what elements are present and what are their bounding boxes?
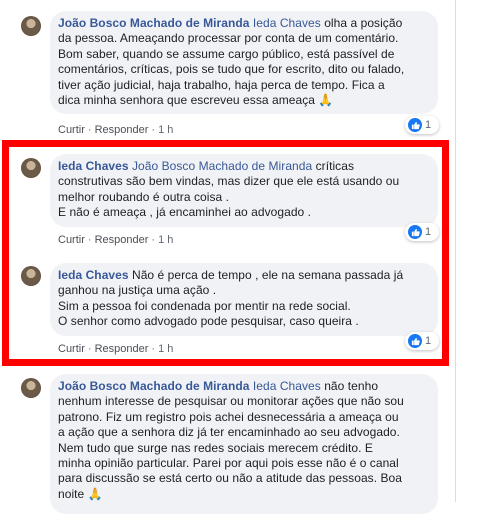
right-divider bbox=[455, 0, 456, 502]
avatar[interactable] bbox=[21, 266, 41, 286]
comment-time[interactable]: 1 h bbox=[158, 343, 173, 355]
comment-bubble: Ieda Chaves João Bosco Machado de Mirand… bbox=[50, 154, 438, 227]
avatar[interactable] bbox=[21, 378, 41, 398]
avatar[interactable] bbox=[21, 158, 41, 178]
comment-text-line: Não é perca de tempo , ele na semana pas… bbox=[128, 268, 404, 282]
comment-text-line: nenhum interesse de pesquisar ou monitor… bbox=[58, 394, 404, 409]
reply-link[interactable]: Responder bbox=[95, 343, 149, 355]
comment-text-line: O senhor como advogado pode pesquisar, c… bbox=[58, 314, 359, 329]
comment-text-line: comentários, críticas, pois se tudo que … bbox=[58, 62, 405, 77]
thumbs-up-icon bbox=[408, 334, 422, 348]
comment-text-line: patrono. Fiz um registro pois achei desn… bbox=[58, 409, 399, 424]
mention-tag[interactable]: João Bosco Machado de Miranda bbox=[132, 159, 312, 173]
like-link[interactable]: Curtir bbox=[58, 234, 85, 246]
comment-time[interactable]: 1 h bbox=[158, 234, 173, 246]
comment-text-line: tiver ação judicial, haja trabalho, haja… bbox=[58, 77, 385, 92]
comment-text-line: noite 🙏 bbox=[58, 486, 103, 501]
reaction-count: 1 bbox=[425, 335, 432, 347]
comment-text-line: Bom saber, quando se assume cargo públic… bbox=[58, 46, 395, 61]
comment-text-line: minha opinião particular. Parei por aqui… bbox=[58, 456, 399, 471]
comment-text-line: críticas bbox=[312, 159, 355, 173]
comment-text-line: para discussão se está certo ou não a at… bbox=[58, 471, 402, 486]
like-link[interactable]: Curtir bbox=[58, 124, 85, 136]
comment-text-line: não tenho bbox=[320, 379, 379, 393]
like-link[interactable]: Curtir bbox=[58, 343, 85, 355]
comment-author[interactable]: Ieda Chaves bbox=[58, 159, 129, 173]
comment-author[interactable]: Ieda Chaves bbox=[58, 268, 129, 282]
comment-bubble: João Bosco Machado de Miranda Ieda Chave… bbox=[50, 374, 438, 514]
comment-bubble: Ieda Chaves Não é perca de tempo , ele n… bbox=[50, 263, 438, 336]
comment-time[interactable]: 1 h bbox=[158, 124, 173, 136]
mention-tag[interactable]: Ieda Chaves bbox=[253, 16, 321, 30]
reaction-count: 1 bbox=[425, 226, 432, 238]
comment-text-line: ganhou na justiça uma ação . bbox=[58, 283, 217, 298]
comment-author[interactable]: João Bosco Machado de Miranda bbox=[58, 16, 250, 30]
reaction-count: 1 bbox=[425, 119, 432, 131]
comment-text-line: dica minha senhora que escreveu essa ame… bbox=[58, 93, 334, 108]
comment-text-line: melhor roubando é outra coisa . bbox=[58, 189, 229, 204]
thumbs-up-icon bbox=[408, 225, 422, 239]
mention-tag[interactable]: Ieda Chaves bbox=[253, 379, 321, 393]
comment-actions: Curtir · Responder · 1 h bbox=[58, 124, 174, 136]
comment-actions: Curtir · Responder · 1 h bbox=[58, 234, 174, 246]
reaction-badge[interactable]: 1 bbox=[405, 332, 439, 350]
reply-link[interactable]: Responder bbox=[95, 124, 149, 136]
comment-text-line: E não é ameaça , já encaminhei ao advoga… bbox=[58, 205, 312, 220]
comment-text-line: da pessoa. Ameaçando processar por conta… bbox=[58, 31, 399, 46]
comment-text-line: Nem tudo que surge nas redes sociais mer… bbox=[58, 440, 373, 455]
comment-text-line: olha a posição bbox=[320, 16, 403, 30]
comment-text-line: Sim a pessoa foi condenada por mentir na… bbox=[58, 298, 351, 313]
comment-author[interactable]: João Bosco Machado de Miranda bbox=[58, 379, 250, 393]
comment-text-line: a ação que a senhora diz já ter encaminh… bbox=[58, 425, 400, 440]
reaction-badge[interactable]: 1 bbox=[405, 223, 439, 241]
comment-actions: Curtir · Responder · 1 h bbox=[58, 343, 174, 355]
reaction-badge[interactable]: 1 bbox=[405, 116, 439, 134]
avatar[interactable] bbox=[21, 16, 41, 36]
comment-text-line: construtivas são bem vindas, mas dizer q… bbox=[58, 174, 400, 189]
thumbs-up-icon bbox=[408, 118, 422, 132]
comment-bubble: João Bosco Machado de Miranda Ieda Chave… bbox=[50, 11, 438, 115]
reply-link[interactable]: Responder bbox=[95, 234, 149, 246]
